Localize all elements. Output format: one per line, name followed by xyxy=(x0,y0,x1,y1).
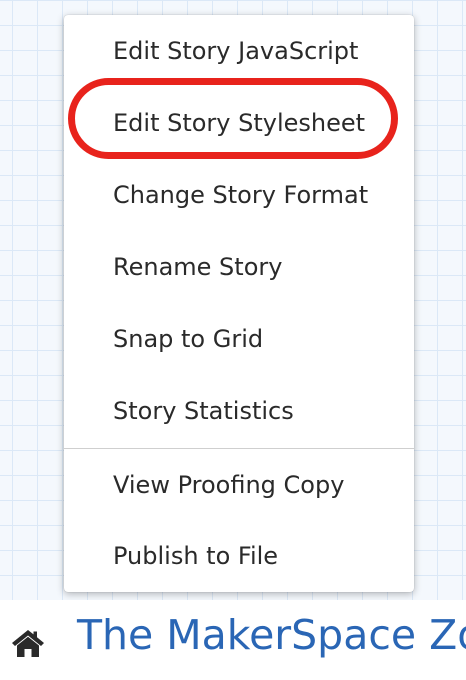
menu-item-label: Change Story Format xyxy=(113,181,369,209)
story-context-menu: Edit Story JavaScript Edit Story Stylesh… xyxy=(64,15,414,592)
menu-item-label: Edit Story Stylesheet xyxy=(113,109,366,137)
menu-item-label: Edit Story JavaScript xyxy=(113,37,359,65)
menu-item-view-proofing-copy[interactable]: View Proofing Copy xyxy=(64,449,414,521)
menu-item-label: Rename Story xyxy=(113,253,283,281)
menu-item-label: Story Statistics xyxy=(113,397,294,425)
menu-item-story-statistics[interactable]: Story Statistics xyxy=(64,375,414,447)
menu-item-publish-to-file[interactable]: Publish to File xyxy=(64,520,414,592)
menu-item-edit-story-stylesheet[interactable]: Edit Story Stylesheet xyxy=(64,87,414,159)
menu-item-change-story-format[interactable]: Change Story Format xyxy=(64,159,414,231)
menu-item-snap-to-grid[interactable]: Snap to Grid xyxy=(64,303,414,375)
menu-item-edit-story-javascript[interactable]: Edit Story JavaScript xyxy=(64,15,414,87)
menu-item-rename-story[interactable]: Rename Story xyxy=(64,231,414,303)
story-title[interactable]: The MakerSpace Zo xyxy=(77,611,466,659)
menu-item-label: View Proofing Copy xyxy=(113,471,345,499)
menu-item-label: Publish to File xyxy=(113,542,279,570)
menu-item-label: Snap to Grid xyxy=(113,325,264,353)
home-icon[interactable] xyxy=(11,628,45,658)
